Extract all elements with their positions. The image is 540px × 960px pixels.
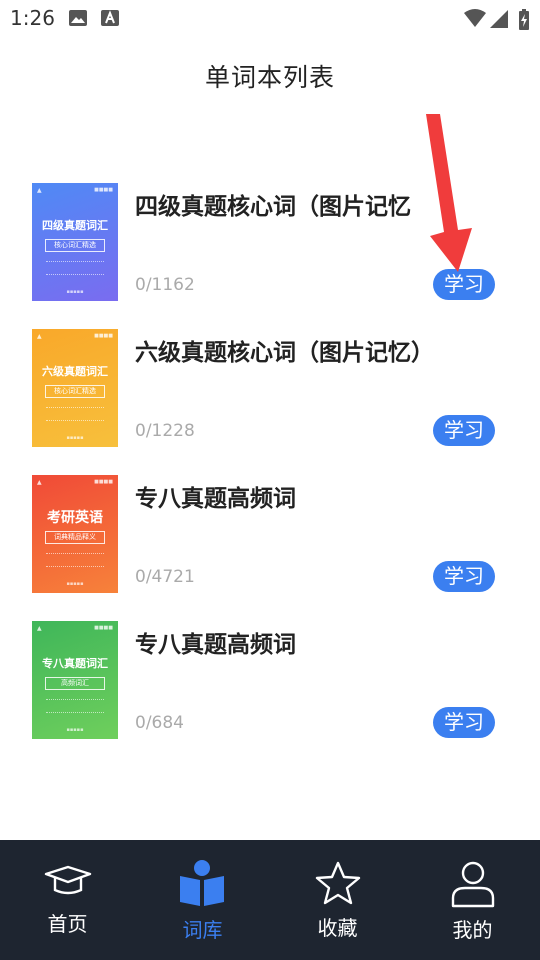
- cover-logo-icon: ▲: [37, 625, 42, 632]
- nav-label-favorites: 收藏: [317, 916, 358, 940]
- book-cover[interactable]: ▲ ■■■■ 专八真题词汇 高频词汇 ▪▪▪▪▪: [32, 621, 118, 739]
- font-icon: [101, 10, 119, 26]
- cover-subtitle: 核心词汇精选: [45, 385, 105, 398]
- book-cover[interactable]: ▲ ■■■■ 考研英语 词典精品释义 ▪▪▪▪▪: [32, 475, 118, 593]
- nav-label-home: 首页: [47, 912, 88, 936]
- cover-title: 专八真题词汇: [42, 657, 108, 670]
- nav-item-library[interactable]: 词库: [135, 840, 270, 960]
- book-progress: 0/4721: [135, 567, 195, 587]
- battery-icon: [519, 9, 529, 30]
- book-progress: 0/1228: [135, 421, 195, 441]
- cover-footer: ▪▪▪▪▪: [66, 727, 84, 733]
- nav-label-me: 我的: [452, 918, 493, 942]
- cover-title: 四级真题词汇: [42, 219, 108, 232]
- cover-decoration: [46, 261, 104, 275]
- cover-footer: ▪▪▪▪▪: [66, 435, 84, 441]
- study-button[interactable]: 学习: [433, 415, 495, 446]
- cover-decoration: [46, 699, 104, 713]
- book-progress: 0/1162: [135, 275, 195, 295]
- wifi-icon: [464, 9, 486, 27]
- cover-publisher-mark: ■■■■: [94, 625, 113, 631]
- book-title: 专八真题高频词: [135, 632, 296, 658]
- cover-logo-icon: ▲: [37, 187, 42, 194]
- cover-footer: ▪▪▪▪▪: [66, 581, 84, 587]
- bottom-nav: 首页 词库 收藏 我的: [0, 840, 540, 960]
- cover-publisher-mark: ■■■■: [94, 187, 113, 193]
- cover-title: 考研英语: [47, 510, 103, 526]
- signal-icon: [490, 10, 508, 28]
- study-button[interactable]: 学习: [433, 561, 495, 592]
- page-title: 单词本列表: [204, 63, 335, 92]
- cover-logo-icon: ▲: [37, 333, 42, 340]
- book-cover[interactable]: ▲ ■■■■ 四级真题词汇 核心词汇精选 ▪▪▪▪▪: [32, 183, 118, 301]
- nav-label-library: 词库: [182, 918, 223, 942]
- cover-decoration: [46, 553, 104, 567]
- star-icon: [315, 861, 361, 905]
- cover-title: 六级真题词汇: [42, 365, 108, 378]
- book-title: 四级真题核心词（图片记忆: [135, 194, 411, 220]
- nav-item-favorites[interactable]: 收藏: [270, 840, 405, 960]
- cover-footer: ▪▪▪▪▪: [66, 289, 84, 295]
- book-cover[interactable]: ▲ ■■■■ 六级真题词汇 核心词汇精选 ▪▪▪▪▪: [32, 329, 118, 447]
- red-arrow-icon: [426, 114, 472, 272]
- list-item[interactable]: ▲ ■■■■ 考研英语 词典精品释义 ▪▪▪▪▪ 专八真题高频词 0/4721 …: [0, 475, 540, 621]
- study-button[interactable]: 学习: [433, 707, 495, 738]
- cover-publisher-mark: ■■■■: [94, 333, 113, 339]
- cover-logo-icon: ▲: [37, 479, 42, 486]
- cover-subtitle: 高频词汇: [45, 677, 105, 690]
- cover-subtitle: 核心词汇精选: [45, 239, 105, 252]
- image-icon: [69, 10, 87, 26]
- reader-book-icon: [180, 860, 224, 906]
- cover-subtitle: 词典精品释义: [45, 531, 105, 544]
- nav-item-me[interactable]: 我的: [405, 840, 540, 960]
- nav-item-home[interactable]: 首页: [0, 840, 135, 960]
- list-item[interactable]: ▲ ■■■■ 专八真题词汇 高频词汇 ▪▪▪▪▪ 专八真题高频词 0/684 学…: [0, 621, 540, 767]
- status-bar: 1:26: [0, 0, 540, 38]
- cover-publisher-mark: ■■■■: [94, 479, 113, 485]
- status-time: 1:26: [10, 6, 55, 30]
- book-progress: 0/684: [135, 713, 184, 733]
- book-title: 专八真题高频词: [135, 486, 296, 512]
- graduation-cap-icon: [44, 865, 92, 895]
- book-title: 六级真题核心词（图片记忆）: [135, 340, 434, 366]
- cover-decoration: [46, 407, 104, 421]
- user-icon: [451, 861, 495, 908]
- list-item[interactable]: ▲ ■■■■ 六级真题词汇 核心词汇精选 ▪▪▪▪▪ 六级真题核心词（图片记忆）…: [0, 329, 540, 475]
